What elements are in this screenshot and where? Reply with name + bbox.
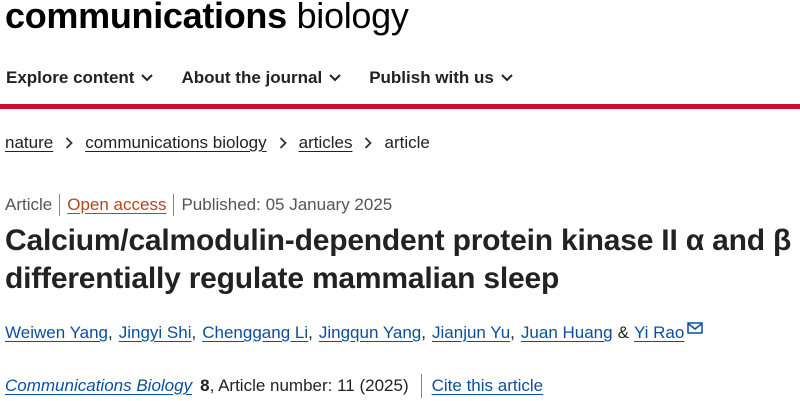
journal-logo[interactable]: communications biology: [5, 0, 409, 38]
main-nav: Explore content About the journal Publis…: [0, 60, 535, 96]
article-type: Article: [5, 195, 53, 214]
author-separator: ,: [421, 323, 427, 342]
breadcrumb-current: article: [384, 133, 430, 152]
author-separator: ,: [510, 323, 515, 342]
author-link[interactable]: Yi Rao: [634, 323, 684, 343]
open-access-link[interactable]: Open access: [67, 195, 166, 215]
author-separator: ,: [191, 323, 197, 342]
email-icon[interactable]: [687, 322, 704, 334]
author-list: Weiwen Yang, Jingyi Shi, Chenggang Li, J…: [5, 322, 704, 343]
chevron-down-icon: [501, 74, 513, 82]
accent-divider: [0, 104, 800, 109]
nav-publish-with-us[interactable]: Publish with us: [369, 68, 513, 88]
nav-label: About the journal: [181, 68, 323, 87]
breadcrumb: nature communications biology articles a…: [5, 133, 430, 153]
article-meta: Article Open access Published: 05 Januar…: [5, 194, 392, 216]
article-title: Calcium/calmodulin-dependent protein kin…: [5, 224, 792, 295]
logo-light-text: biology: [296, 0, 409, 36]
article-number: , Article number: 11 (2025): [209, 376, 409, 395]
citation-line: Communications Biology 8 , Article numbe…: [5, 374, 543, 398]
logo-bold-text: communications: [5, 0, 287, 36]
author-link[interactable]: Chenggang Li: [202, 323, 308, 343]
nav-explore-content[interactable]: Explore content: [6, 68, 154, 88]
article-page: communications biology Explore content A…: [0, 0, 800, 401]
chevron-right-icon: [364, 137, 373, 149]
meta-divider: [173, 194, 175, 216]
breadcrumb-articles[interactable]: articles: [299, 133, 353, 153]
author-link[interactable]: Jingqun Yang: [319, 323, 421, 343]
nav-about-journal[interactable]: About the journal: [181, 68, 341, 88]
journal-name-link[interactable]: Communications Biology: [5, 376, 192, 396]
meta-divider: [59, 194, 61, 216]
author-separator: ,: [108, 323, 113, 342]
author-link[interactable]: Juan Huang: [521, 323, 613, 343]
author-link[interactable]: Jianjun Yu: [432, 323, 510, 343]
citation-divider: [420, 374, 422, 398]
chevron-down-icon: [141, 74, 154, 82]
author-ampersand: &: [617, 323, 629, 342]
breadcrumb-nature[interactable]: nature: [5, 133, 53, 153]
breadcrumb-communications-biology[interactable]: communications biology: [85, 133, 266, 153]
author-separator: ,: [308, 323, 313, 342]
nav-label: Publish with us: [369, 68, 494, 87]
published-date: Published: 05 January 2025: [181, 195, 393, 214]
cite-article-link[interactable]: Cite this article: [432, 376, 543, 396]
author-link[interactable]: Jingyi Shi: [119, 323, 192, 343]
chevron-right-icon: [279, 137, 287, 149]
chevron-right-icon: [65, 137, 73, 149]
journal-volume: 8: [200, 376, 210, 395]
chevron-down-icon: [329, 74, 341, 82]
author-link[interactable]: Weiwen Yang: [5, 323, 108, 343]
nav-label: Explore content: [6, 68, 135, 87]
